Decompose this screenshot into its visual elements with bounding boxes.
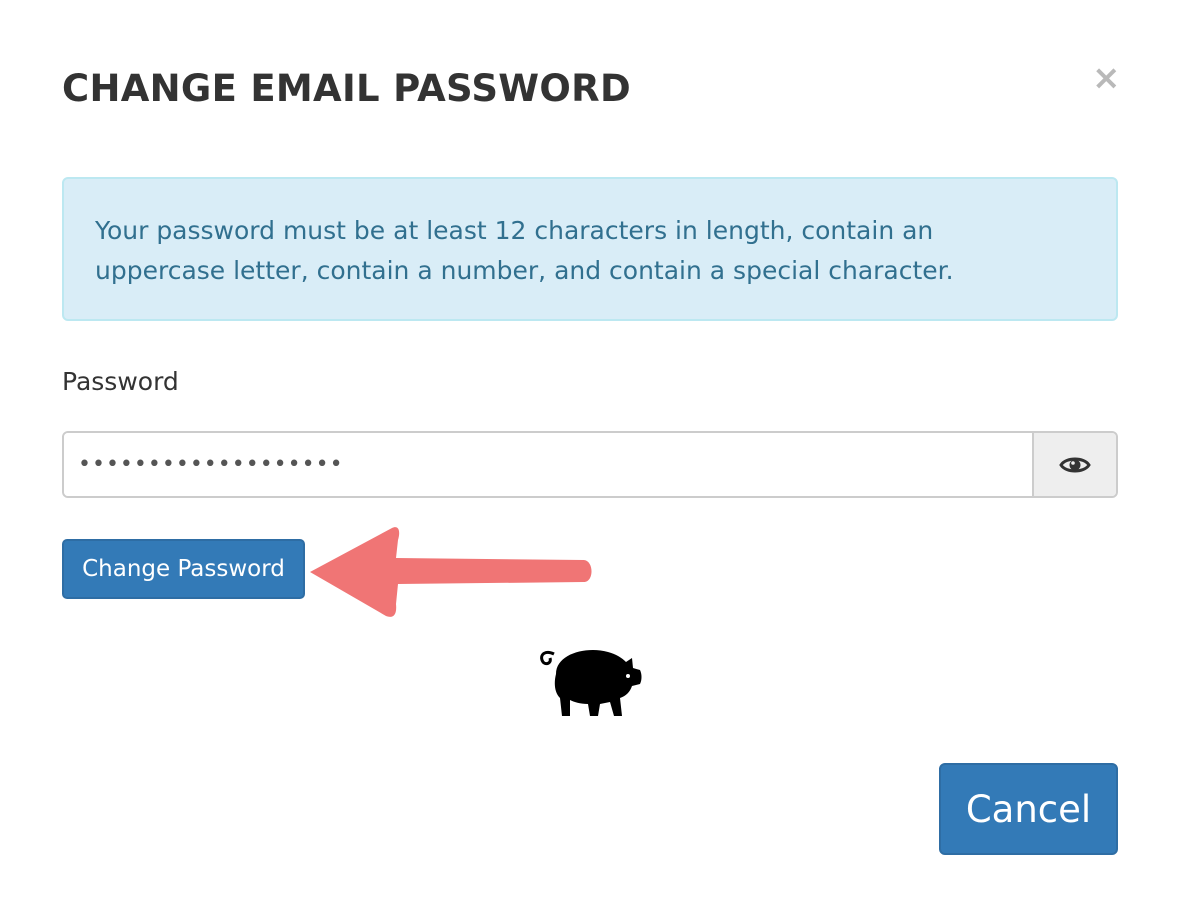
pig-icon <box>540 650 642 716</box>
eye-icon <box>1059 457 1091 472</box>
password-requirements-alert: Your password must be at least 12 charac… <box>62 177 1118 321</box>
show-password-toggle[interactable] <box>1032 433 1116 496</box>
password-label: Password <box>62 367 179 396</box>
arrow-left-icon <box>310 527 592 617</box>
dialog-title: CHANGE EMAIL PASSWORD <box>62 67 631 110</box>
change-password-button[interactable]: Change Password <box>62 539 305 599</box>
alert-line-2: uppercase letter, contain a number, and … <box>95 256 954 285</box>
change-password-dialog: CHANGE EMAIL PASSWORD × Your password mu… <box>0 0 1184 918</box>
cancel-button[interactable]: Cancel <box>939 763 1118 855</box>
alert-line-1: Your password must be at least 12 charac… <box>95 216 934 245</box>
password-input-group <box>62 431 1118 498</box>
close-icon[interactable]: × <box>1092 60 1121 96</box>
password-input[interactable] <box>64 433 1032 496</box>
